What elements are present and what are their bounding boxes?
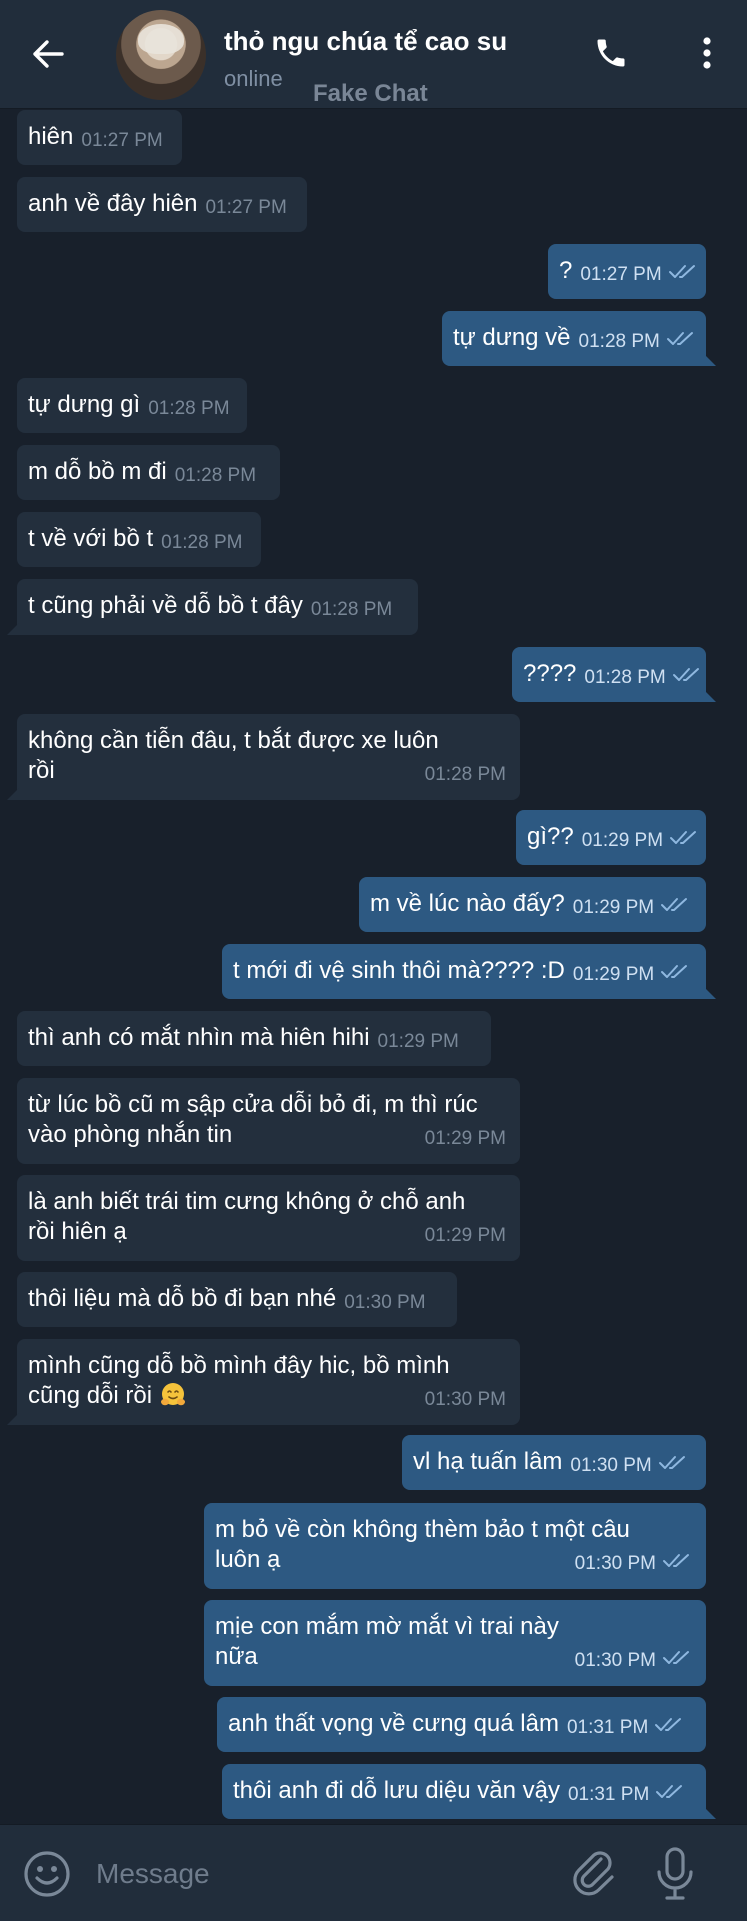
- message-time: 01:30 PM: [574, 1553, 656, 1574]
- message-outgoing[interactable]: tự dưng về 01:28 PM: [442, 311, 716, 366]
- back-arrow-icon[interactable]: [28, 30, 68, 78]
- message-incoming[interactable]: là anh biết trái tim cưng không ở chỗ an…: [17, 1175, 520, 1261]
- message-text: t về với bồ t: [28, 525, 154, 552]
- read-ticks-icon: [658, 1450, 688, 1480]
- message-time: 01:30 PM: [424, 1389, 506, 1410]
- message-time: 01:28 PM: [148, 398, 230, 419]
- message-text: anh thất vọng về cưng quá lâm: [228, 1710, 559, 1737]
- message-time: 01:30 PM: [344, 1292, 426, 1313]
- attach-icon[interactable]: [568, 1847, 620, 1899]
- message-time: 01:31 PM: [566, 1717, 649, 1738]
- message-incoming[interactable]: hiên 01:27 PM: [17, 110, 182, 165]
- message-outgoing[interactable]: gì?? 01:29 PM: [516, 810, 706, 865]
- phone-icon[interactable]: [590, 32, 632, 74]
- message-time: 01:28 PM: [161, 532, 243, 553]
- message-text: vl hạ tuấn lâm: [413, 1448, 563, 1475]
- emoji-icon[interactable]: [22, 1849, 72, 1899]
- message-time: 01:28 PM: [584, 667, 666, 688]
- message-incoming[interactable]: không cần tiễn đâu, t bắt được xe luôn r…: [7, 714, 520, 800]
- message-text: ????: [523, 660, 577, 687]
- message-outgoing[interactable]: m về lúc nào đấy? 01:29 PM: [359, 877, 706, 932]
- message-outgoing[interactable]: thôi anh đi dỗ lưu diệu văn vậy 01:31 PM: [222, 1764, 716, 1819]
- message-time: 01:27 PM: [81, 130, 163, 151]
- message-incoming[interactable]: m dỗ bồ m đi 01:28 PM: [17, 445, 280, 500]
- message-outgoing[interactable]: m bỏ về còn không thèm bảo t một câu luô…: [204, 1503, 706, 1589]
- message-incoming[interactable]: anh về đây hiên 01:27 PM: [17, 177, 307, 232]
- message-incoming[interactable]: tự dưng gì 01:28 PM: [17, 378, 247, 433]
- message-time: 01:29 PM: [377, 1031, 459, 1052]
- mic-icon[interactable]: [652, 1845, 698, 1903]
- contact-name[interactable]: thỏ ngu chúa tể cao su: [224, 26, 507, 57]
- read-ticks-icon: [655, 1779, 685, 1809]
- read-ticks-icon: [669, 825, 699, 855]
- chat-header: thỏ ngu chúa tể cao su online Fake Chat: [0, 0, 747, 109]
- message-time: 01:31 PM: [567, 1784, 650, 1805]
- message-text: t mới đi vệ sinh thôi mà???? :D: [233, 957, 565, 984]
- avatar[interactable]: [116, 10, 206, 100]
- message-incoming[interactable]: thì anh có mắt nhìn mà hiên hihi 01:29 PM: [17, 1011, 491, 1066]
- message-time: 01:28 PM: [174, 465, 257, 486]
- message-text: tự dưng về: [453, 324, 571, 351]
- message-time: 01:28 PM: [310, 599, 393, 620]
- read-ticks-icon: [662, 1548, 692, 1578]
- message-time: 01:28 PM: [578, 331, 660, 352]
- more-vertical-icon[interactable]: [690, 32, 724, 74]
- read-ticks-icon: [654, 1712, 684, 1742]
- message-text: thì anh có mắt nhìn mà hiên hihi: [28, 1024, 370, 1051]
- message-text: anh về đây hiên: [28, 190, 198, 217]
- message-outgoing[interactable]: ???? 01:28 PM: [512, 647, 716, 702]
- read-ticks-icon: [668, 259, 698, 289]
- message-time: 01:27 PM: [580, 264, 662, 285]
- message-text: hiên: [28, 123, 74, 150]
- message-outgoing[interactable]: t mới đi vệ sinh thôi mà???? :D 01:29 PM: [222, 944, 716, 999]
- message-text: thôi anh đi dỗ lưu diệu văn vậy: [233, 1777, 560, 1804]
- message-outgoing[interactable]: vl hạ tuấn lâm 01:30 PM: [402, 1435, 706, 1490]
- message-outgoing[interactable]: anh thất vọng về cưng quá lâm 01:31 PM: [217, 1697, 706, 1752]
- message-time: 01:30 PM: [570, 1455, 652, 1476]
- message-time: 01:29 PM: [424, 1128, 506, 1149]
- message-text: t cũng phải về dỗ bồ t đây: [28, 592, 303, 619]
- message-time: 01:28 PM: [424, 764, 506, 785]
- message-incoming[interactable]: t về với bồ t 01:28 PM: [17, 512, 261, 567]
- message-time: 01:29 PM: [572, 964, 655, 985]
- read-ticks-icon: [660, 959, 690, 989]
- message-time: 01:29 PM: [424, 1225, 506, 1246]
- message-time: 01:30 PM: [574, 1650, 656, 1671]
- message-text: thôi liệu mà dỗ bồ đi bạn nhé: [28, 1285, 337, 1312]
- message-text: tự dưng gì: [28, 391, 141, 418]
- fake-chat-watermark: Fake Chat: [313, 80, 428, 107]
- read-ticks-icon: [666, 326, 696, 356]
- read-ticks-icon: [660, 892, 690, 922]
- message-input[interactable]: [94, 1851, 538, 1897]
- read-ticks-icon: [672, 662, 702, 692]
- message-incoming[interactable]: t cũng phải về dỗ bồ t đây 01:28 PM: [7, 579, 418, 635]
- message-time: 01:27 PM: [205, 197, 287, 218]
- message-text: ?: [559, 257, 573, 284]
- message-outgoing[interactable]: ? 01:27 PM: [548, 244, 706, 299]
- hugging-face-emoji: [159, 1381, 187, 1409]
- read-ticks-icon: [662, 1645, 692, 1675]
- message-incoming[interactable]: từ lúc bồ cũ m sập cửa dỗi bỏ đi, m thì …: [17, 1078, 520, 1164]
- contact-status: online: [224, 66, 283, 91]
- message-incoming[interactable]: mình cũng dỗ bồ mình đây hic, bồ mình cũ…: [7, 1339, 520, 1425]
- message-composer: [0, 1824, 747, 1921]
- message-outgoing[interactable]: mịe con mắm mờ mắt vì trai này nữa 01:30…: [204, 1600, 706, 1686]
- message-text: m dỗ bồ m đi: [28, 458, 167, 485]
- message-text: gì??: [527, 823, 574, 850]
- message-incoming[interactable]: thôi liệu mà dỗ bồ đi bạn nhé 01:30 PM: [17, 1272, 457, 1327]
- message-time: 01:29 PM: [572, 897, 655, 918]
- message-time: 01:29 PM: [581, 830, 664, 851]
- message-text: m về lúc nào đấy?: [370, 890, 565, 917]
